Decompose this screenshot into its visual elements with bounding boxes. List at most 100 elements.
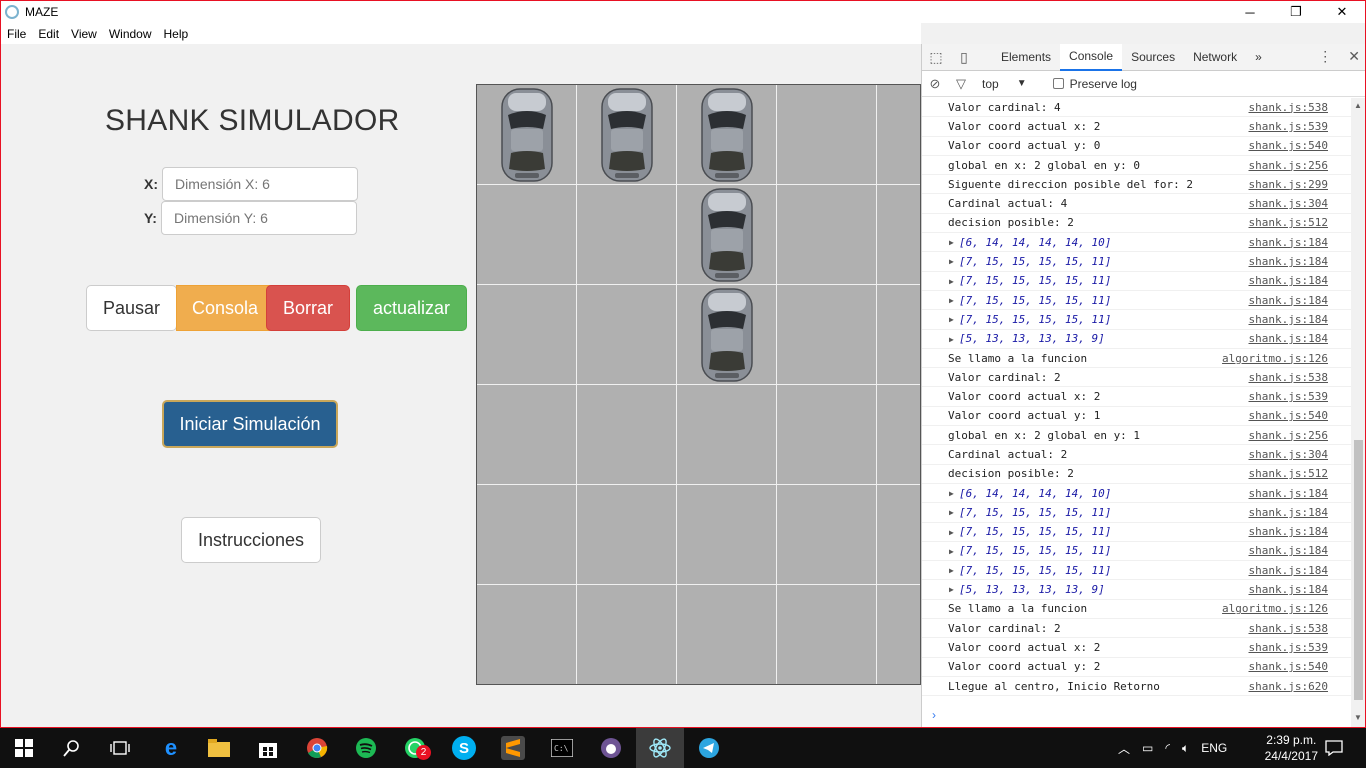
electron-icon[interactable] (648, 736, 672, 760)
console-source-link[interactable]: shank.js:512 (1249, 216, 1328, 229)
tray-chevron-up-icon[interactable]: ︿ (1118, 740, 1130, 757)
console-source-link[interactable]: shank.js:184 (1249, 236, 1328, 249)
windows-start-icon[interactable] (12, 736, 36, 760)
minimize-button[interactable]: ─ (1227, 1, 1273, 23)
console-source-link[interactable]: shank.js:540 (1249, 139, 1328, 152)
console-array-entry[interactable]: ▶ [7, 15, 15, 15, 15, 11] shank.js:184 (922, 272, 1352, 291)
github-icon[interactable] (599, 736, 623, 760)
console-source-link[interactable]: shank.js:540 (1249, 660, 1328, 673)
filter-icon[interactable]: ▽ (948, 76, 974, 92)
console-array-entry[interactable]: ▶ [7, 15, 15, 15, 15, 11] shank.js:184 (922, 310, 1352, 330)
menu-edit[interactable]: Edit (32, 27, 65, 41)
close-button[interactable]: ✕ (1319, 1, 1365, 23)
console-prompt[interactable]: › (932, 708, 936, 722)
clear-console-icon[interactable]: ⊘ (922, 76, 948, 92)
console-source-link[interactable]: shank.js:256 (1249, 429, 1328, 442)
expand-triangle-icon[interactable]: ▶ (949, 547, 954, 556)
console-source-link[interactable]: shank.js:184 (1249, 525, 1328, 538)
console-array-entry[interactable]: ▶ [7, 15, 15, 15, 15, 11] shank.js:184 (922, 252, 1352, 272)
console-source-link[interactable]: shank.js:304 (1249, 197, 1328, 210)
pause-button[interactable]: Pausar (86, 285, 177, 331)
devtools-menu-icon[interactable]: ⋮ (1318, 48, 1332, 65)
console-array-entry[interactable]: ▶ [5, 13, 13, 13, 13, 9] shank.js:184 (922, 580, 1352, 600)
console-source-link[interactable]: shank.js:539 (1249, 390, 1328, 403)
console-source-link[interactable]: shank.js:539 (1249, 120, 1328, 133)
console-array-entry[interactable]: ▶ [6, 14, 14, 14, 14, 10] shank.js:184 (922, 484, 1352, 504)
console-source-link[interactable]: shank.js:184 (1249, 313, 1328, 326)
update-button[interactable]: actualizar (356, 285, 467, 331)
scroll-up-icon[interactable]: ▲ (1354, 101, 1362, 110)
chevron-down-icon[interactable]: ▼ (1017, 78, 1027, 89)
console-source-link[interactable]: shank.js:620 (1249, 680, 1328, 693)
console-source-link[interactable]: shank.js:184 (1249, 294, 1328, 307)
battery-icon[interactable]: ▭ (1142, 741, 1153, 755)
expand-triangle-icon[interactable]: ▶ (949, 238, 954, 247)
language-indicator[interactable]: ENG (1201, 741, 1227, 755)
console-source-link[interactable]: shank.js:512 (1249, 467, 1328, 480)
console-source-link[interactable]: shank.js:256 (1249, 159, 1328, 172)
console-source-link[interactable]: shank.js:299 (1249, 178, 1328, 191)
store-icon[interactable] (256, 736, 280, 760)
console-array-entry[interactable]: ▶ [7, 15, 15, 15, 15, 11] shank.js:184 (922, 523, 1352, 542)
console-array-entry[interactable]: ▶ [7, 15, 15, 15, 15, 11] shank.js:184 (922, 542, 1352, 562)
scroll-down-icon[interactable]: ▼ (1354, 713, 1362, 722)
wifi-icon[interactable]: ◜ (1165, 741, 1170, 755)
console-source-link[interactable]: shank.js:304 (1249, 448, 1328, 461)
cmd-icon[interactable]: C:\ (550, 736, 574, 760)
console-source-link[interactable]: shank.js:184 (1249, 544, 1328, 557)
expand-triangle-icon[interactable]: ▶ (949, 257, 954, 266)
expand-triangle-icon[interactable]: ▶ (949, 585, 954, 594)
console-array-entry[interactable]: ▶ [6, 14, 14, 14, 14, 10] shank.js:184 (922, 233, 1352, 253)
preserve-log-checkbox[interactable] (1052, 78, 1064, 89)
volume-icon[interactable]: 🔈︎ (1182, 741, 1189, 756)
expand-triangle-icon[interactable]: ▶ (949, 335, 954, 344)
menu-file[interactable]: File (1, 27, 32, 41)
more-tabs-icon[interactable]: » (1246, 44, 1271, 71)
console-source-link[interactable]: shank.js:184 (1249, 487, 1328, 500)
whatsapp-icon[interactable]: 2 (403, 736, 431, 760)
device-toolbar-icon[interactable]: ▯ (950, 49, 978, 66)
skype-icon[interactable]: S (452, 736, 476, 760)
expand-triangle-icon[interactable]: ▶ (949, 566, 954, 575)
task-view-icon[interactable] (108, 736, 132, 760)
console-source-link[interactable]: algoritmo.js:126 (1222, 602, 1328, 615)
spotify-icon[interactable] (354, 736, 378, 760)
console-source-link[interactable]: shank.js:184 (1249, 583, 1328, 596)
console-button[interactable]: Consola (176, 285, 274, 331)
edge-icon[interactable]: e (159, 735, 183, 760)
console-array-entry[interactable]: ▶ [5, 13, 13, 13, 13, 9] shank.js:184 (922, 330, 1352, 349)
file-explorer-icon[interactable] (207, 736, 231, 760)
console-source-link[interactable]: shank.js:184 (1249, 564, 1328, 577)
sublime-icon[interactable] (501, 736, 525, 760)
console-source-link[interactable]: shank.js:184 (1249, 274, 1328, 287)
telegram-icon[interactable] (697, 736, 721, 760)
dimension-y-input[interactable] (161, 201, 357, 235)
console-source-link[interactable]: shank.js:184 (1249, 255, 1328, 268)
search-icon[interactable] (60, 736, 84, 760)
tab-elements[interactable]: Elements (992, 44, 1060, 71)
expand-triangle-icon[interactable]: ▶ (949, 277, 954, 286)
notification-center-icon[interactable] (1322, 736, 1346, 760)
clock[interactable]: 2:39 p.m. 24/4/2017 (1265, 732, 1318, 764)
console-source-link[interactable]: shank.js:184 (1249, 332, 1328, 345)
menu-view[interactable]: View (65, 27, 103, 41)
chrome-icon[interactable] (305, 736, 329, 760)
title-bar[interactable]: MAZE ─ ❐ ✕ (1, 1, 1365, 23)
expand-triangle-icon[interactable]: ▶ (949, 489, 954, 498)
console-source-link[interactable]: shank.js:538 (1249, 622, 1328, 635)
expand-triangle-icon[interactable]: ▶ (949, 315, 954, 324)
expand-triangle-icon[interactable]: ▶ (949, 528, 954, 537)
menu-window[interactable]: Window (103, 27, 158, 41)
tab-sources[interactable]: Sources (1122, 44, 1184, 71)
clear-button[interactable]: Borrar (266, 285, 350, 331)
inspect-element-icon[interactable]: ⬚ (922, 49, 950, 66)
expand-triangle-icon[interactable]: ▶ (949, 296, 954, 305)
dimension-x-input[interactable] (162, 167, 358, 201)
console-source-link[interactable]: algoritmo.js:126 (1222, 352, 1328, 365)
console-scrollbar-thumb[interactable] (1354, 440, 1363, 700)
tab-network[interactable]: Network (1184, 44, 1246, 71)
console-array-entry[interactable]: ▶ [7, 15, 15, 15, 15, 11] shank.js:184 (922, 291, 1352, 311)
console-array-entry[interactable]: ▶ [7, 15, 15, 15, 15, 11] shank.js:184 (922, 503, 1352, 523)
console-source-link[interactable]: shank.js:540 (1249, 409, 1328, 422)
devtools-close-icon[interactable]: ✕ (1348, 48, 1360, 65)
